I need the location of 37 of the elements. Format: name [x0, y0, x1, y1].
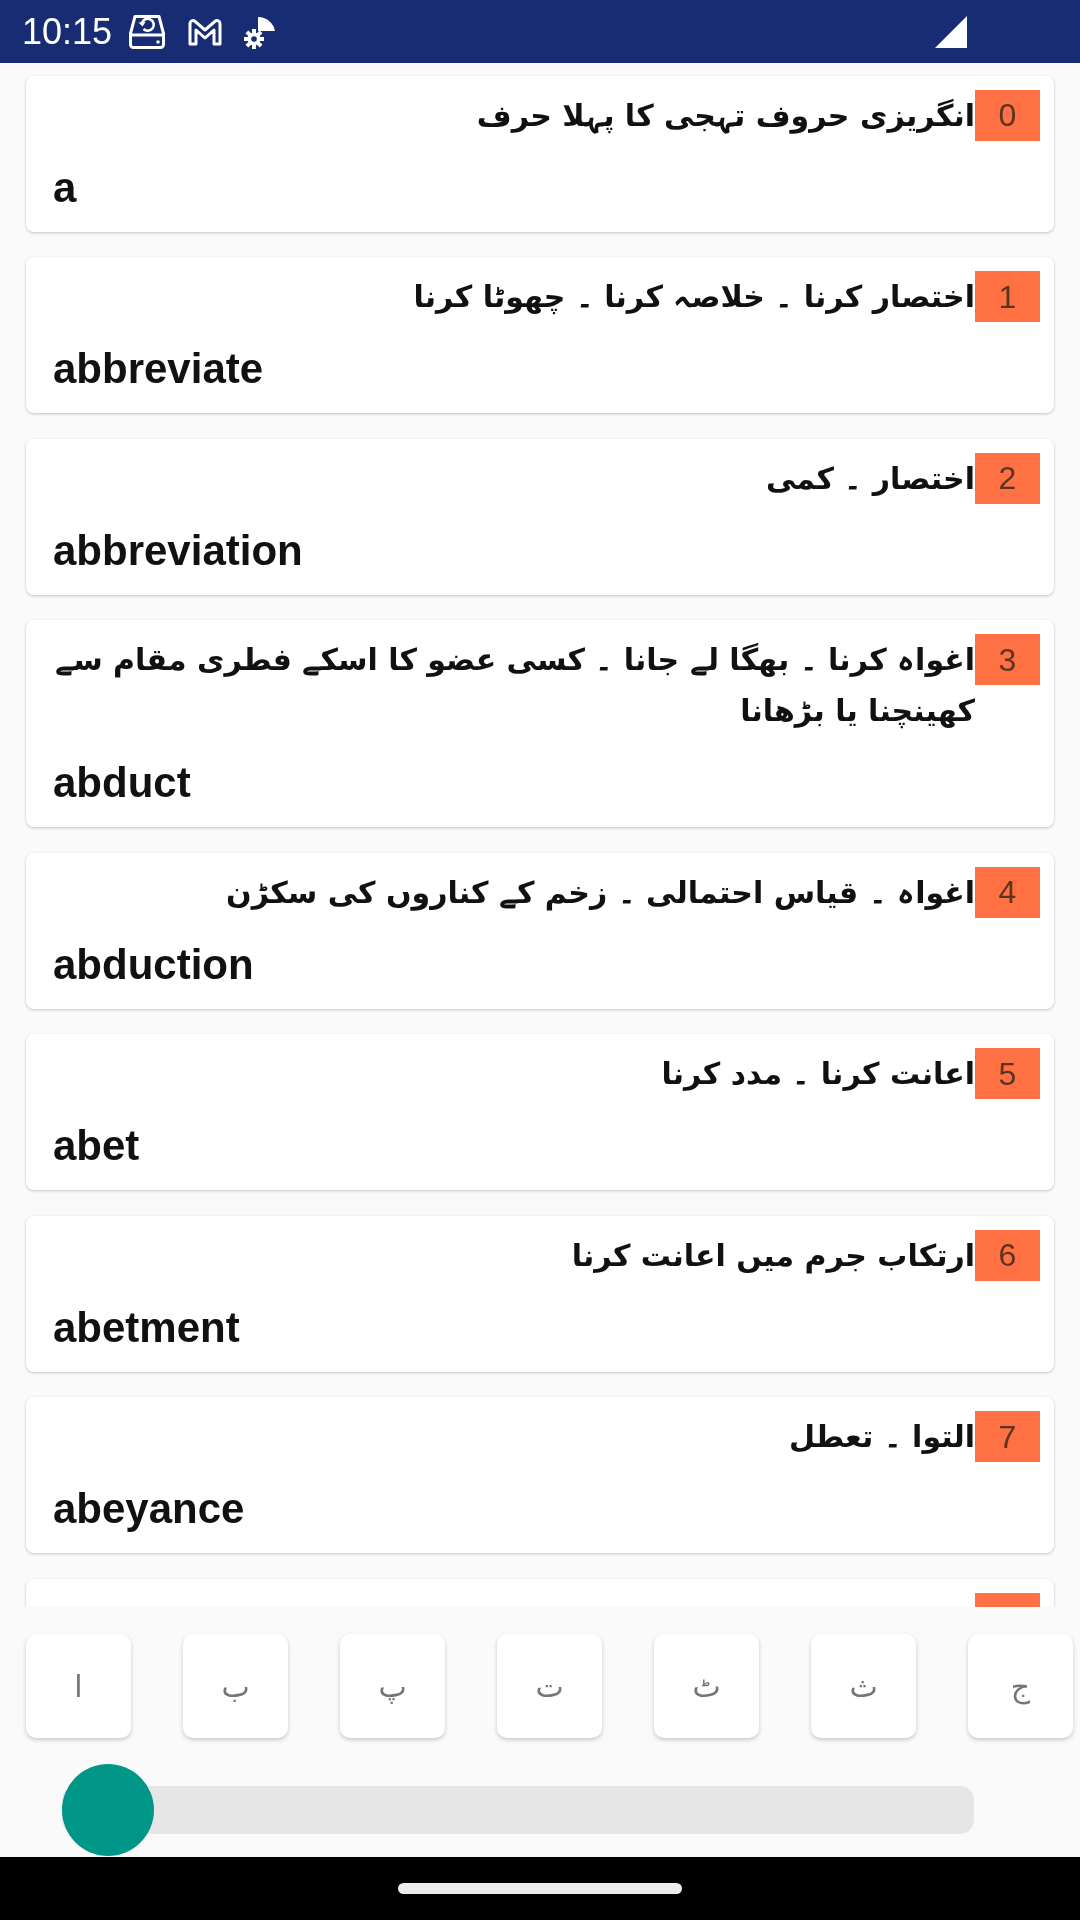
- urdu-meaning: اغواہ ۔ قیاس احتمالی ۔ زخم کے کناروں کی سکڑن: [226, 873, 975, 913]
- slider-track[interactable]: [62, 1764, 974, 1856]
- letter-key[interactable]: ا: [26, 1634, 131, 1738]
- english-word: abet: [53, 1121, 141, 1171]
- signal-icon: [934, 14, 968, 49]
- english-word: abetment: [53, 1302, 241, 1353]
- entry-number: 2: [975, 452, 1040, 504]
- urdu-meaning: انگریزی حروف تہجی کا پہلا حرف: [476, 96, 975, 136]
- urdu-meaning: اغواہ کرنا ۔ بھگا لے جانا ۔ کسی عضو کا اسکے فطری مقام سے کھینچنا یا بڑھانا: [54, 641, 975, 731]
- entry-number: [975, 1592, 1040, 1607]
- letter-key[interactable]: ت: [497, 1634, 602, 1738]
- urdu-meaning: اختصار ۔ کمی: [765, 459, 975, 498]
- english-word: abbreviation: [53, 525, 304, 576]
- letter-key[interactable]: ب: [183, 1634, 288, 1738]
- entry-number: 5: [975, 1048, 1040, 1099]
- entry-number: 4: [975, 866, 1040, 918]
- english-word: abduct: [53, 758, 192, 808]
- status-time: 10:15: [22, 13, 113, 50]
- urdu-meaning: التوا ۔ تعطل: [789, 1418, 975, 1456]
- english-word: abeyance: [53, 1484, 246, 1534]
- letter-key[interactable]: پ: [340, 1634, 445, 1738]
- english-word: abbreviate: [53, 344, 265, 394]
- letter-key[interactable]: ج: [968, 1634, 1073, 1738]
- entry-card[interactable]: [26, 1578, 1054, 1607]
- entry-number: 0: [975, 89, 1040, 141]
- english-word: a: [53, 162, 78, 213]
- entry-number: 7: [975, 1411, 1040, 1462]
- letter-key[interactable]: ٹ: [654, 1634, 759, 1738]
- english-word: abduction: [53, 939, 255, 990]
- urdu-meaning: ارتکاب جرم میں اعانت کرنا: [571, 1236, 975, 1276]
- urdu-meaning: اختصار کرنا ۔ خلاصہ کرنا ۔ چھوٹا کرنا: [413, 278, 975, 317]
- entry-number: 1: [975, 271, 1040, 322]
- letter-key[interactable]: ث: [811, 1634, 916, 1738]
- entry-number: 3: [975, 634, 1040, 685]
- entry-number: 6: [975, 1229, 1040, 1281]
- hard-drive-icon: [128, 13, 167, 50]
- urdu-meaning: اعانت کرنا ۔ مدد کرنا: [661, 1055, 975, 1093]
